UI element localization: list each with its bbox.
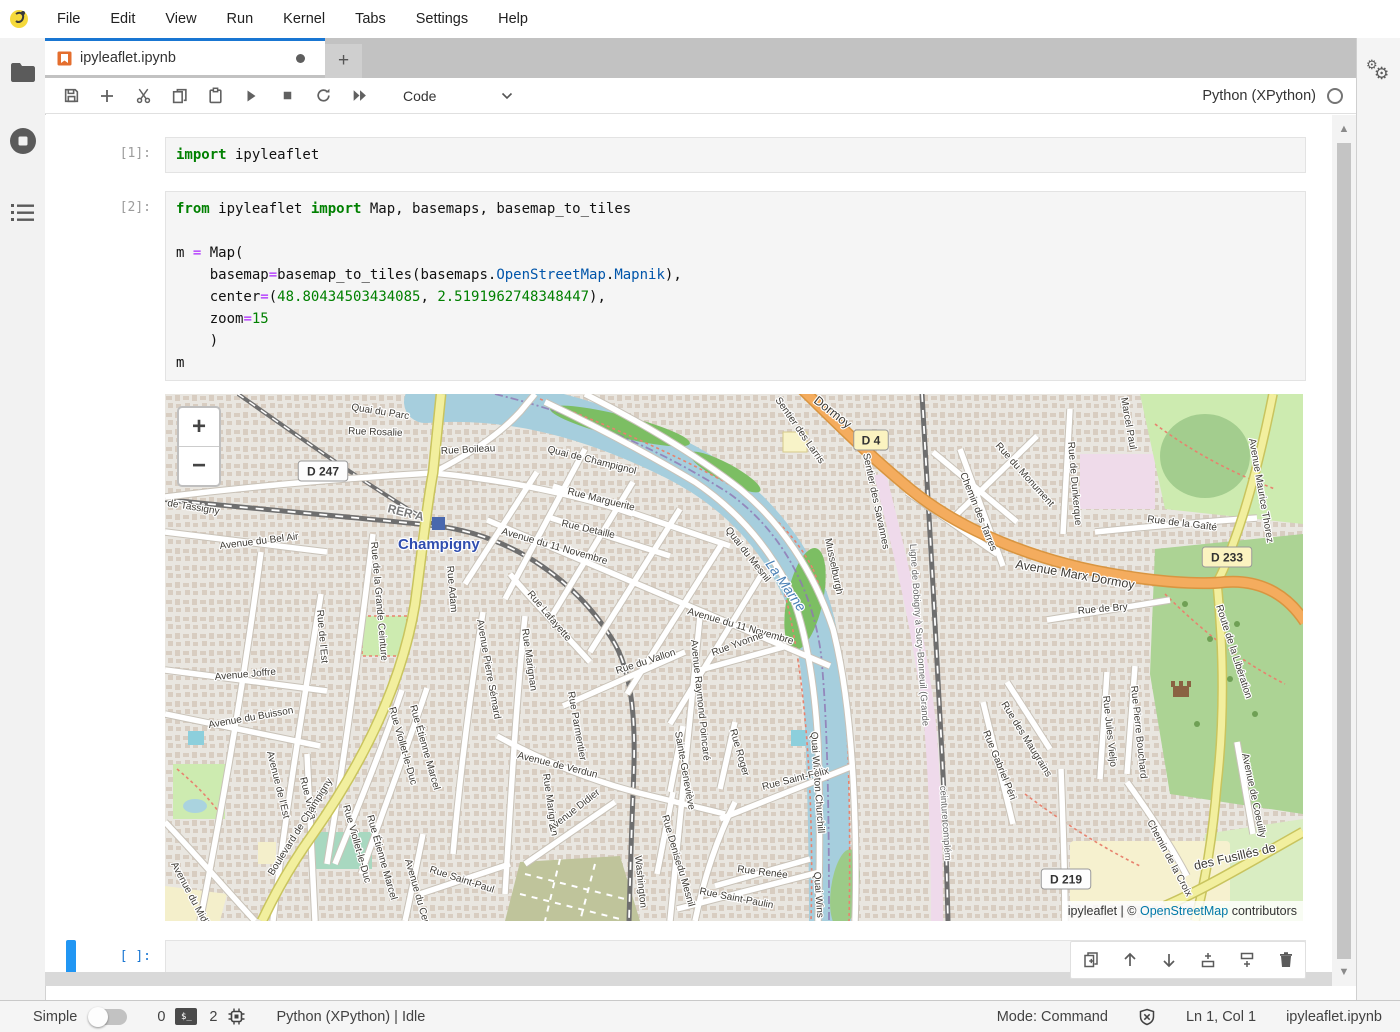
delete-cell-button[interactable] — [1271, 945, 1301, 975]
road-badge: D 247 — [298, 461, 348, 481]
cell-editor[interactable]: from ipyleaflet import Map, basemaps, ba… — [165, 191, 1306, 381]
kernel-status-text[interactable]: Python (XPython) | Idle — [276, 1009, 425, 1025]
property-inspector-icon[interactable]: ⚙⚙ — [1366, 58, 1392, 84]
svg-text:D 233: D 233 — [1211, 551, 1243, 565]
output-area: Quai du ParcRue RosalieQuai de Champigno… — [45, 394, 1332, 921]
road-badge: D 233 — [1202, 547, 1252, 567]
kernel-status-icon[interactable] — [1326, 87, 1344, 105]
kernel-name[interactable]: Python (XPython) — [1202, 88, 1316, 104]
cut-cells-button[interactable] — [125, 81, 161, 111]
unsaved-changes-dot[interactable] — [296, 54, 305, 63]
statusbar-filename: ipyleaflet.ipynb — [1286, 1009, 1382, 1025]
notebook-toolbar: Code Python (XPython) — [45, 78, 1356, 114]
menu-view[interactable]: View — [150, 11, 211, 27]
insert-cell-below-button[interactable] — [1232, 945, 1262, 975]
jupyterlab-window: File Edit View Run Kernel Tabs Settings … — [0, 0, 1400, 1032]
left-sidebar — [0, 38, 46, 1000]
output-prompt — [45, 394, 165, 921]
menu-kernel[interactable]: Kernel — [268, 11, 340, 27]
duplicate-cell-button[interactable] — [1076, 945, 1106, 975]
copy-cells-button[interactable] — [161, 81, 197, 111]
notebook-file-icon — [57, 51, 72, 66]
zoom-out-button[interactable]: − — [179, 446, 219, 485]
menu-edit[interactable]: Edit — [95, 11, 150, 27]
terminal-icon[interactable]: $_ — [175, 1008, 197, 1025]
tab-bar: ipyleaflet.ipynb + — [45, 38, 1356, 78]
svg-text:D 4: D 4 — [862, 434, 881, 448]
move-cell-up-button[interactable] — [1115, 945, 1145, 975]
kernels-count: 2 — [209, 1009, 217, 1025]
map-attribution: ipyleaflet | © OpenStreetMap contributor… — [1062, 901, 1303, 921]
cell-toolbar — [1070, 941, 1306, 979]
insert-cell-above-button[interactable] — [1193, 945, 1223, 975]
tab-title: ipyleaflet.ipynb — [80, 50, 176, 66]
scrollbar-thumb[interactable] — [1337, 143, 1351, 959]
notebook-panel: [1]: import ipyleaflet [2]: from ipyleaf… — [45, 115, 1332, 986]
execution-count: [2]: — [45, 191, 165, 381]
interrupt-kernel-button[interactable] — [269, 81, 305, 111]
run-cell-button[interactable] — [233, 81, 269, 111]
zoom-in-button[interactable]: + — [179, 408, 219, 446]
restart-run-all-button[interactable] — [341, 81, 377, 111]
execution-count: [1]: — [45, 137, 165, 173]
road-badge: D 4 — [854, 430, 889, 450]
vertical-scrollbar[interactable]: ▲ ▼ — [1332, 115, 1356, 986]
status-bar: Simple 0 $_ 2 Python (XPython) | Idle Mo… — [0, 1000, 1400, 1032]
right-sidebar: ⚙⚙ — [1356, 38, 1400, 1000]
paste-cells-button[interactable] — [197, 81, 233, 111]
road-badge: D 219 — [1041, 869, 1091, 889]
station-label: Champigny — [398, 536, 480, 553]
move-cell-down-button[interactable] — [1154, 945, 1184, 975]
menu-tabs[interactable]: Tabs — [340, 11, 401, 27]
chevron-down-icon — [501, 92, 513, 100]
station-marker — [432, 517, 445, 530]
app-logo-icon — [8, 7, 32, 31]
scroll-up-arrow[interactable]: ▲ — [1336, 121, 1352, 137]
save-button[interactable] — [53, 81, 89, 111]
terminals-count: 0 — [157, 1009, 165, 1025]
restart-kernel-button[interactable] — [305, 81, 341, 111]
insert-cell-button[interactable] — [89, 81, 125, 111]
attribution-suffix: contributors — [1228, 904, 1297, 918]
table-of-contents-icon[interactable] — [10, 202, 36, 224]
cell-type-value: Code — [403, 88, 436, 104]
simple-mode-toggle[interactable] — [89, 1009, 127, 1025]
tab-ipyleaflet[interactable]: ipyleaflet.ipynb — [45, 38, 325, 75]
openstreetmap-link[interactable]: OpenStreetMap — [1140, 904, 1228, 918]
leaflet-map[interactable]: Quai du ParcRue RosalieQuai de Champigno… — [165, 394, 1303, 921]
kernel-sessions-icon[interactable] — [227, 1007, 246, 1026]
menu-help[interactable]: Help — [483, 11, 543, 27]
map-zoom-control: + − — [177, 406, 221, 487]
code-cell-1[interactable]: [1]: import ipyleaflet — [45, 137, 1332, 173]
menu-settings[interactable]: Settings — [401, 11, 483, 27]
menu-run[interactable]: Run — [212, 11, 269, 27]
attribution-prefix: ipyleaflet | © — [1068, 904, 1140, 918]
cell-type-select[interactable]: Code — [403, 88, 513, 104]
map-tiles: Quai du ParcRue RosalieQuai de Champigno… — [165, 394, 1303, 921]
new-tab-button[interactable]: + — [325, 44, 362, 78]
trust-shield-icon[interactable] — [1138, 1008, 1156, 1026]
cursor-position[interactable]: Ln 1, Col 1 — [1186, 1009, 1256, 1025]
menu-bar: File Edit View Run Kernel Tabs Settings … — [0, 0, 1400, 38]
svg-text:D 219: D 219 — [1050, 873, 1082, 887]
running-sessions-icon[interactable] — [8, 126, 38, 156]
cell-editor[interactable]: import ipyleaflet — [165, 137, 1306, 173]
street-label: Rue Rosalie — [348, 426, 403, 439]
file-browser-icon[interactable] — [9, 60, 37, 84]
code-cell-2[interactable]: [2]: from ipyleaflet import Map, basemap… — [45, 191, 1332, 381]
scroll-down-arrow[interactable]: ▼ — [1336, 964, 1352, 980]
menu-file[interactable]: File — [42, 11, 95, 27]
svg-text:D 247: D 247 — [307, 465, 339, 479]
simple-mode-label: Simple — [33, 1009, 77, 1025]
mode-indicator[interactable]: Mode: Command — [997, 1009, 1108, 1025]
